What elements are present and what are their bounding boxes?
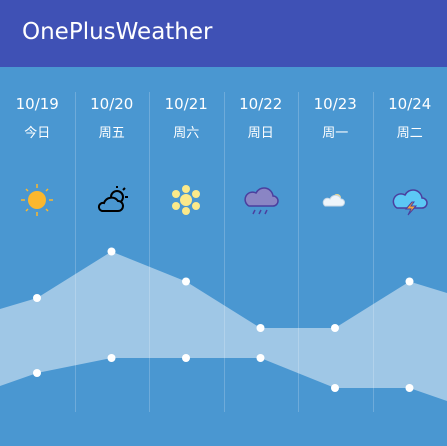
day-weekday: 今日 [24, 126, 51, 141]
sunny-icon [19, 182, 55, 218]
day-date: 10/19 [15, 95, 59, 113]
day-column: 10/21 周六 [149, 67, 224, 446]
day-date: 10/22 [239, 95, 283, 113]
thunderstorm-icon [392, 182, 428, 218]
day-column: 10/22 周日 [224, 67, 299, 446]
day-column: 10/24 周二 [373, 67, 447, 446]
column-divider [298, 92, 299, 412]
day-date: 10/20 [90, 95, 134, 113]
rain-cloud-icon [243, 182, 279, 218]
day-weekday: 周六 [173, 126, 200, 141]
day-column: 10/20 周五 [75, 67, 150, 446]
column-divider [74, 92, 76, 412]
day-date: 10/23 [313, 95, 357, 113]
partly-cloudy-icon [94, 182, 130, 218]
day-date: 10/24 [388, 95, 432, 113]
cloudy-icon [317, 182, 353, 218]
column-divider [149, 92, 150, 412]
day-weekday: 周五 [98, 126, 125, 141]
forecast-columns: 10/19 今日 10/20 周五 10/21 周六 10/22 周日 10/2… [0, 67, 447, 446]
day-weekday: 周二 [396, 126, 423, 141]
column-divider [372, 92, 374, 412]
day-weekday: 周日 [247, 126, 274, 141]
day-column: 10/19 今日 [0, 67, 75, 446]
day-column: 10/23 周一 [298, 67, 373, 446]
day-date: 10/21 [164, 95, 208, 113]
column-divider [223, 92, 225, 412]
snow-icon [168, 182, 204, 218]
day-weekday: 周一 [322, 126, 349, 141]
